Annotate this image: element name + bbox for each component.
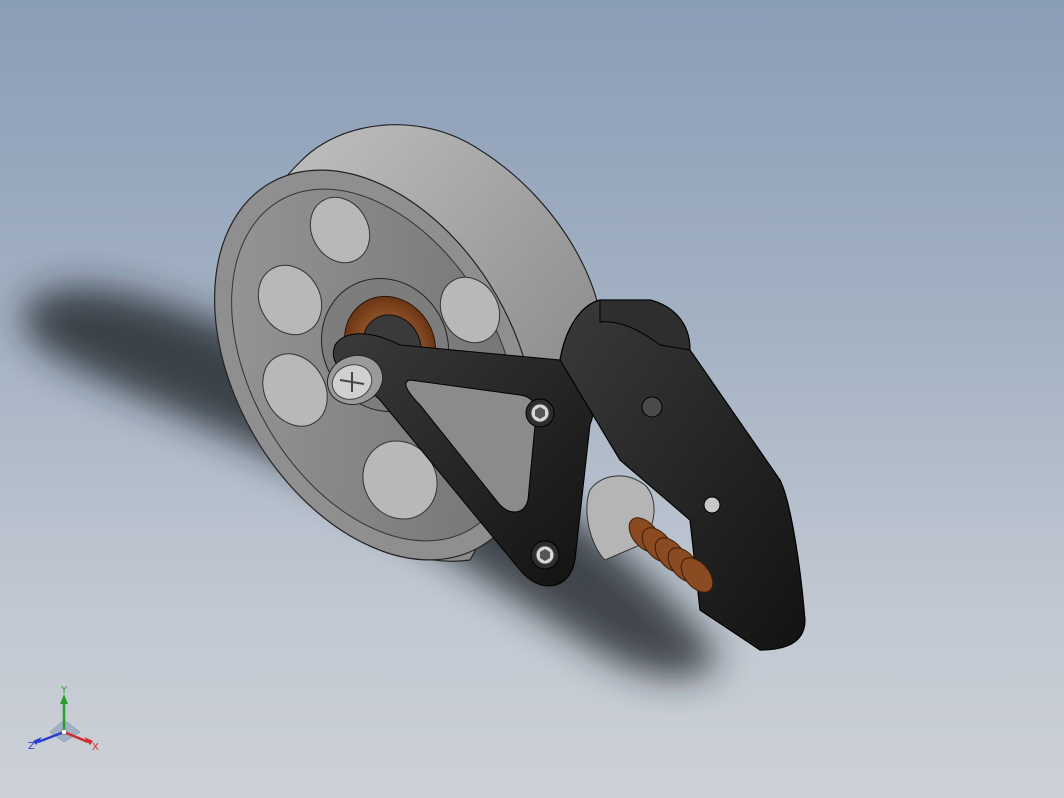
- pivot-screw-bottom: [530, 540, 560, 570]
- axis-triad: Y X Z: [28, 685, 99, 753]
- y-axis-label: Y: [60, 685, 68, 696]
- x-axis-label: X: [92, 742, 99, 753]
- 3d-model-view[interactable]: [0, 0, 1064, 798]
- pivot-screw-top: [525, 398, 555, 428]
- graphics-viewport[interactable]: Y X Z: [0, 0, 1064, 798]
- z-axis-label: Z: [28, 741, 35, 752]
- bracket-hole-bottom: [703, 496, 721, 514]
- bracket-hole-top: [641, 396, 663, 418]
